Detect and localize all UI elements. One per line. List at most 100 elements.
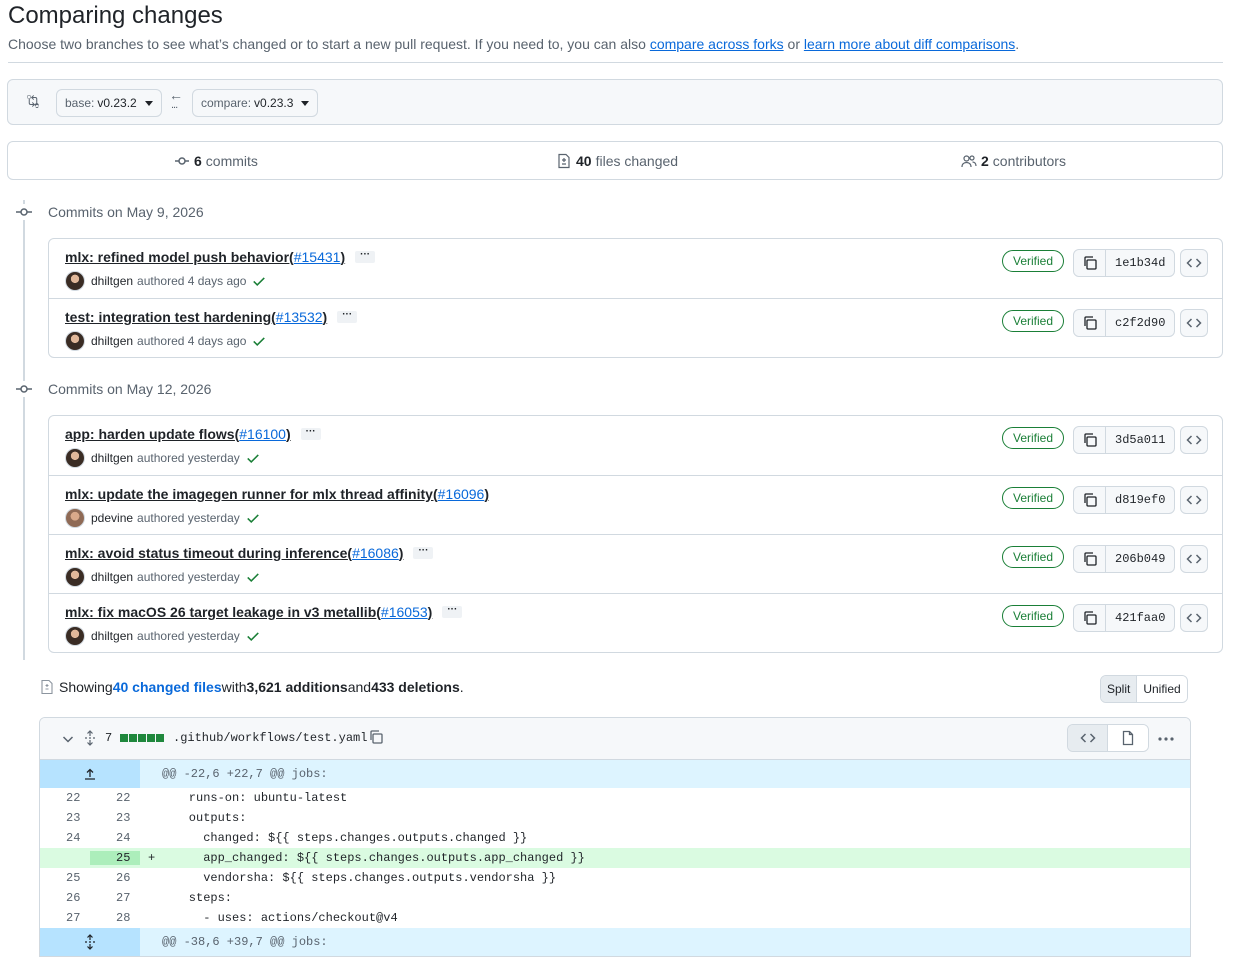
commit-title[interactable]: app: harden update flows (#16100) ···	[65, 426, 321, 442]
page-description: Choose two branches to see what’s change…	[8, 36, 1019, 52]
author-link[interactable]: dhiltgen	[91, 274, 133, 288]
new-line-number[interactable]: 23	[90, 811, 140, 825]
commits-tab[interactable]: 6 commits	[174, 153, 258, 169]
pr-link[interactable]: #16096	[438, 486, 485, 502]
commit-sha[interactable]: 3d5a011	[1106, 427, 1174, 453]
unfold-icon[interactable]	[82, 730, 98, 746]
new-line-number[interactable]: 28	[90, 911, 140, 925]
old-line-number[interactable]: 27	[40, 911, 90, 925]
verified-badge[interactable]: Verified	[1002, 487, 1065, 509]
contributors-tab[interactable]: 2 contributors	[961, 153, 1066, 169]
copy-sha-button[interactable]	[1074, 310, 1106, 336]
check-icon[interactable]	[246, 629, 260, 643]
commit-sha[interactable]: d819ef0	[1106, 487, 1174, 513]
old-line-number[interactable]: 22	[40, 791, 90, 805]
copy-sha-button[interactable]	[1074, 250, 1106, 276]
verified-badge[interactable]: Verified	[1002, 605, 1065, 627]
base-value: v0.23.2	[97, 96, 137, 110]
browse-repo-button[interactable]	[1180, 545, 1208, 573]
check-icon[interactable]	[246, 570, 260, 584]
copy-sha-button[interactable]	[1074, 487, 1106, 513]
author-link[interactable]: dhiltgen	[91, 570, 133, 584]
learn-more-diff-link[interactable]: learn more about diff comparisons	[804, 36, 1015, 52]
commit-title[interactable]: mlx: fix macOS 26 target leakage in v3 m…	[65, 604, 463, 620]
commit-message[interactable]: mlx: update the imagegen runner for mlx …	[65, 486, 433, 502]
browse-repo-button[interactable]	[1180, 249, 1208, 277]
pr-link[interactable]: #16053	[381, 604, 428, 620]
commit-message[interactable]: test: integration test hardening	[65, 309, 271, 325]
check-icon[interactable]	[252, 274, 266, 288]
old-line-number[interactable]: 24	[40, 831, 90, 845]
commit-sha[interactable]: 206b049	[1106, 546, 1174, 572]
browse-repo-button[interactable]	[1180, 604, 1208, 632]
browse-repo-button[interactable]	[1180, 309, 1208, 337]
avatar[interactable]	[65, 331, 85, 351]
kebab-horizontal-icon[interactable]	[1156, 731, 1176, 747]
check-icon[interactable]	[246, 451, 260, 465]
pr-link[interactable]: #13532	[276, 309, 323, 325]
changed-files-link[interactable]: 40 changed files	[113, 679, 222, 695]
commit-message[interactable]: app: harden update flows	[65, 426, 235, 442]
expand-both-button[interactable]	[40, 928, 140, 956]
commit-message[interactable]: mlx: refined model push behavior	[65, 249, 289, 265]
commit-title[interactable]: mlx: refined model push behavior (#15431…	[65, 249, 376, 265]
split-view-button[interactable]: Split	[1101, 676, 1137, 702]
commit-message[interactable]: mlx: fix macOS 26 target leakage in v3 m…	[65, 604, 376, 620]
commit-sha[interactable]: c2f2d90	[1106, 310, 1174, 336]
copy-sha-button[interactable]	[1074, 546, 1106, 572]
commit-sha[interactable]: 1e1b34d	[1106, 250, 1174, 276]
base-branch-select[interactable]: base: v0.23.2	[56, 89, 162, 117]
author-link[interactable]: dhiltgen	[91, 334, 133, 348]
new-line-number[interactable]: 25	[90, 851, 140, 865]
avatar[interactable]	[65, 567, 85, 587]
expand-message-button[interactable]: ···	[413, 546, 434, 559]
diff-filename[interactable]: .github/workflows/test.yaml	[173, 731, 367, 745]
pr-link[interactable]: #16086	[352, 545, 399, 561]
expand-message-button[interactable]: ···	[337, 310, 358, 323]
copy-sha-button[interactable]	[1074, 427, 1106, 453]
copy-sha-button[interactable]	[1074, 605, 1106, 631]
compare-across-forks-link[interactable]: compare across forks	[650, 36, 784, 52]
author-link[interactable]: dhiltgen	[91, 451, 133, 465]
verified-badge[interactable]: Verified	[1002, 250, 1065, 272]
compare-branch-select[interactable]: compare: v0.23.3	[192, 89, 319, 117]
old-line-number[interactable]: 23	[40, 811, 90, 825]
copy-icon[interactable]	[368, 729, 384, 745]
new-line-number[interactable]: 27	[90, 891, 140, 905]
pr-link[interactable]: #15431	[294, 249, 341, 265]
old-line-number[interactable]: 26	[40, 891, 90, 905]
files-changed-tab[interactable]: 40 files changed	[556, 153, 678, 169]
pr-link[interactable]: #16100	[239, 426, 286, 442]
browse-repo-button[interactable]	[1180, 426, 1208, 454]
commit-title[interactable]: mlx: update the imagegen runner for mlx …	[65, 486, 489, 502]
avatar[interactable]	[65, 271, 85, 291]
verified-badge[interactable]: Verified	[1002, 546, 1065, 568]
expand-message-button[interactable]: ···	[442, 605, 463, 618]
browse-repo-button[interactable]	[1180, 486, 1208, 514]
old-line-number[interactable]: 25	[40, 871, 90, 885]
verified-badge[interactable]: Verified	[1002, 310, 1065, 332]
new-line-number[interactable]: 24	[90, 831, 140, 845]
expand-message-button[interactable]: ···	[355, 250, 376, 263]
expand-message-button[interactable]: ···	[300, 427, 321, 440]
new-line-number[interactable]: 22	[90, 791, 140, 805]
unified-view-button[interactable]: Unified	[1136, 676, 1187, 702]
check-icon[interactable]	[252, 334, 266, 348]
commit-message[interactable]: mlx: avoid status timeout during inferen…	[65, 545, 347, 561]
commit-title[interactable]: test: integration test hardening (#13532…	[65, 309, 358, 325]
author-link[interactable]: dhiltgen	[91, 629, 133, 643]
check-icon[interactable]	[246, 511, 260, 525]
chevron-down-icon[interactable]	[60, 731, 76, 747]
commit-sha[interactable]: 421faa0	[1106, 605, 1174, 631]
source-diff-button[interactable]	[1068, 725, 1108, 751]
verified-badge[interactable]: Verified	[1002, 427, 1065, 449]
author-link[interactable]: pdevine	[91, 511, 133, 525]
expand-up-button[interactable]	[40, 760, 140, 788]
avatar[interactable]	[65, 448, 85, 468]
avatar[interactable]	[65, 626, 85, 646]
commit-title[interactable]: mlx: avoid status timeout during inferen…	[65, 545, 434, 561]
rich-diff-button[interactable]	[1108, 725, 1148, 751]
and-text: and	[347, 679, 372, 695]
new-line-number[interactable]: 26	[90, 871, 140, 885]
avatar[interactable]	[65, 508, 85, 528]
